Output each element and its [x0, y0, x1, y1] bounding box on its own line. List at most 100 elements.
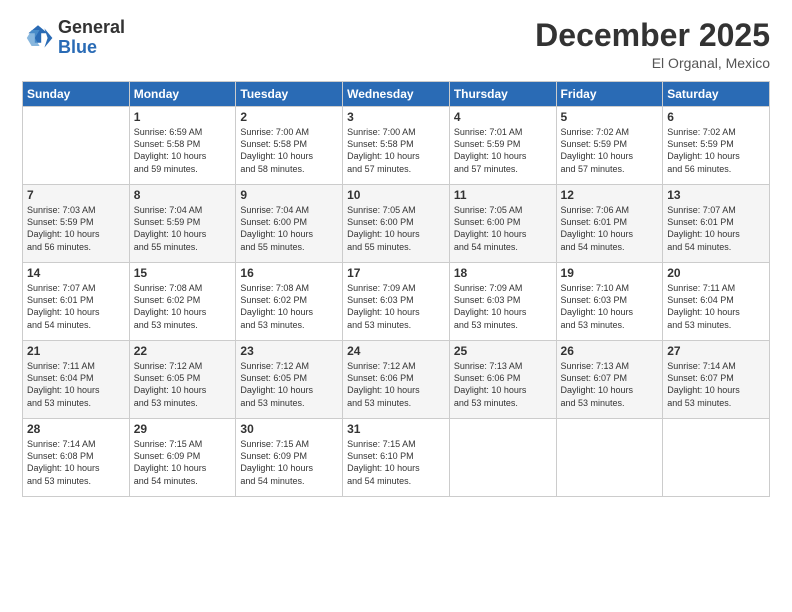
column-header-monday: Monday	[129, 82, 236, 107]
calendar-table: SundayMondayTuesdayWednesdayThursdayFrid…	[22, 81, 770, 497]
day-cell: 13 Sunrise: 7:07 AM Sunset: 6:01 PM Dayli…	[663, 185, 770, 263]
day-cell: 2Sunrise: 7:00 AM Sunset: 5:58 PM Daylig…	[236, 107, 343, 185]
day-number: 13	[667, 188, 765, 202]
cell-info: Sunrise: 7:14 AM Sunset: 6:08 PM Dayligh…	[27, 438, 125, 487]
day-cell: 19 Sunrise: 7:10 AM Sunset: 6:03 PM Dayli…	[556, 263, 663, 341]
cell-info: Sunrise: 7:13 AM Sunset: 6:06 PM Dayligh…	[454, 360, 552, 409]
day-cell: 28 Sunrise: 7:14 AM Sunset: 6:08 PM Dayli…	[23, 419, 130, 497]
day-cell: 1 Sunrise: 6:59 AM Sunset: 5:58 PM Daylig…	[129, 107, 236, 185]
day-cell: 6 Sunrise: 7:02 AM Sunset: 5:59 PM Daylig…	[663, 107, 770, 185]
day-number: 31	[347, 422, 445, 436]
day-cell: 10 Sunrise: 7:05 AM Sunset: 6:00 PM Dayli…	[343, 185, 450, 263]
day-cell: 23 Sunrise: 7:12 AM Sunset: 6:05 PM Dayli…	[236, 341, 343, 419]
day-cell: 21 Sunrise: 7:11 AM Sunset: 6:04 PM Dayli…	[23, 341, 130, 419]
day-cell: 20 Sunrise: 7:11 AM Sunset: 6:04 PM Dayli…	[663, 263, 770, 341]
day-cell: 26 Sunrise: 7:13 AM Sunset: 6:07 PM Dayli…	[556, 341, 663, 419]
day-cell: 7Sunrise: 7:03 AM Sunset: 5:59 PM Daylig…	[23, 185, 130, 263]
page: General Blue December 2025 El Organal, M…	[0, 0, 792, 612]
column-header-friday: Friday	[556, 82, 663, 107]
header: General Blue December 2025 El Organal, M…	[22, 18, 770, 71]
day-cell	[663, 419, 770, 497]
day-number: 25	[454, 344, 552, 358]
day-cell	[556, 419, 663, 497]
cell-info: Sunrise: 7:02 AM Sunset: 5:59 PM Dayligh…	[561, 126, 659, 175]
day-number: 23	[240, 344, 338, 358]
location: El Organal, Mexico	[535, 55, 770, 71]
day-cell	[23, 107, 130, 185]
day-cell: 5 Sunrise: 7:02 AM Sunset: 5:59 PM Daylig…	[556, 107, 663, 185]
week-row-2: 7Sunrise: 7:03 AM Sunset: 5:59 PM Daylig…	[23, 185, 770, 263]
day-number: 26	[561, 344, 659, 358]
day-number: 1	[134, 110, 232, 124]
day-cell: 29Sunrise: 7:15 AM Sunset: 6:09 PM Dayli…	[129, 419, 236, 497]
cell-info: Sunrise: 7:12 AM Sunset: 6:05 PM Dayligh…	[134, 360, 232, 409]
day-cell: 30 Sunrise: 7:15 AM Sunset: 6:09 PM Dayli…	[236, 419, 343, 497]
day-number: 7	[27, 188, 125, 202]
cell-info: Sunrise: 7:14 AM Sunset: 6:07 PM Dayligh…	[667, 360, 765, 409]
column-header-thursday: Thursday	[449, 82, 556, 107]
day-number: 30	[240, 422, 338, 436]
cell-info: Sunrise: 6:59 AM Sunset: 5:58 PM Dayligh…	[134, 126, 232, 175]
day-cell: 3 Sunrise: 7:00 AM Sunset: 5:58 PM Daylig…	[343, 107, 450, 185]
title-block: December 2025 El Organal, Mexico	[535, 18, 770, 71]
day-number: 14	[27, 266, 125, 280]
cell-info: Sunrise: 7:13 AM Sunset: 6:07 PM Dayligh…	[561, 360, 659, 409]
day-cell: 9 Sunrise: 7:04 AM Sunset: 6:00 PM Daylig…	[236, 185, 343, 263]
cell-info: Sunrise: 7:07 AM Sunset: 6:01 PM Dayligh…	[27, 282, 125, 331]
day-number: 8	[134, 188, 232, 202]
column-header-tuesday: Tuesday	[236, 82, 343, 107]
day-number: 3	[347, 110, 445, 124]
cell-info: Sunrise: 7:05 AM Sunset: 6:00 PM Dayligh…	[347, 204, 445, 253]
cell-info: Sunrise: 7:11 AM Sunset: 6:04 PM Dayligh…	[27, 360, 125, 409]
day-number: 29	[134, 422, 232, 436]
cell-info: Sunrise: 7:12 AM Sunset: 6:05 PM Dayligh…	[240, 360, 338, 409]
column-header-wednesday: Wednesday	[343, 82, 450, 107]
column-header-sunday: Sunday	[23, 82, 130, 107]
cell-info: Sunrise: 7:06 AM Sunset: 6:01 PM Dayligh…	[561, 204, 659, 253]
week-row-5: 28 Sunrise: 7:14 AM Sunset: 6:08 PM Dayli…	[23, 419, 770, 497]
cell-info: Sunrise: 7:07 AM Sunset: 6:01 PM Dayligh…	[667, 204, 765, 253]
day-number: 16	[240, 266, 338, 280]
day-cell: 22Sunrise: 7:12 AM Sunset: 6:05 PM Dayli…	[129, 341, 236, 419]
cell-info: Sunrise: 7:08 AM Sunset: 6:02 PM Dayligh…	[240, 282, 338, 331]
header-row: SundayMondayTuesdayWednesdayThursdayFrid…	[23, 82, 770, 107]
day-cell: 31Sunrise: 7:15 AM Sunset: 6:10 PM Dayli…	[343, 419, 450, 497]
day-number: 11	[454, 188, 552, 202]
column-header-saturday: Saturday	[663, 82, 770, 107]
day-cell: 27Sunrise: 7:14 AM Sunset: 6:07 PM Dayli…	[663, 341, 770, 419]
day-cell: 8 Sunrise: 7:04 AM Sunset: 5:59 PM Daylig…	[129, 185, 236, 263]
cell-info: Sunrise: 7:04 AM Sunset: 5:59 PM Dayligh…	[134, 204, 232, 253]
cell-info: Sunrise: 7:05 AM Sunset: 6:00 PM Dayligh…	[454, 204, 552, 253]
day-number: 10	[347, 188, 445, 202]
day-cell: 25 Sunrise: 7:13 AM Sunset: 6:06 PM Dayli…	[449, 341, 556, 419]
cell-info: Sunrise: 7:09 AM Sunset: 6:03 PM Dayligh…	[454, 282, 552, 331]
cell-info: Sunrise: 7:10 AM Sunset: 6:03 PM Dayligh…	[561, 282, 659, 331]
cell-info: Sunrise: 7:11 AM Sunset: 6:04 PM Dayligh…	[667, 282, 765, 331]
cell-info: Sunrise: 7:15 AM Sunset: 6:09 PM Dayligh…	[240, 438, 338, 487]
cell-info: Sunrise: 7:09 AM Sunset: 6:03 PM Dayligh…	[347, 282, 445, 331]
day-cell: 14 Sunrise: 7:07 AM Sunset: 6:01 PM Dayli…	[23, 263, 130, 341]
day-number: 21	[27, 344, 125, 358]
day-number: 5	[561, 110, 659, 124]
logo-icon	[22, 22, 54, 54]
day-number: 2	[240, 110, 338, 124]
day-cell: 11 Sunrise: 7:05 AM Sunset: 6:00 PM Dayli…	[449, 185, 556, 263]
day-number: 24	[347, 344, 445, 358]
day-cell: 12Sunrise: 7:06 AM Sunset: 6:01 PM Dayli…	[556, 185, 663, 263]
cell-info: Sunrise: 7:00 AM Sunset: 5:58 PM Dayligh…	[347, 126, 445, 175]
cell-info: Sunrise: 7:02 AM Sunset: 5:59 PM Dayligh…	[667, 126, 765, 175]
cell-info: Sunrise: 7:04 AM Sunset: 6:00 PM Dayligh…	[240, 204, 338, 253]
day-cell: 16 Sunrise: 7:08 AM Sunset: 6:02 PM Dayli…	[236, 263, 343, 341]
month-title: December 2025	[535, 18, 770, 53]
week-row-4: 21 Sunrise: 7:11 AM Sunset: 6:04 PM Dayli…	[23, 341, 770, 419]
day-number: 18	[454, 266, 552, 280]
day-number: 28	[27, 422, 125, 436]
day-number: 15	[134, 266, 232, 280]
cell-info: Sunrise: 7:01 AM Sunset: 5:59 PM Dayligh…	[454, 126, 552, 175]
day-number: 6	[667, 110, 765, 124]
day-cell: 15Sunrise: 7:08 AM Sunset: 6:02 PM Dayli…	[129, 263, 236, 341]
day-number: 17	[347, 266, 445, 280]
day-number: 19	[561, 266, 659, 280]
day-number: 9	[240, 188, 338, 202]
day-number: 20	[667, 266, 765, 280]
